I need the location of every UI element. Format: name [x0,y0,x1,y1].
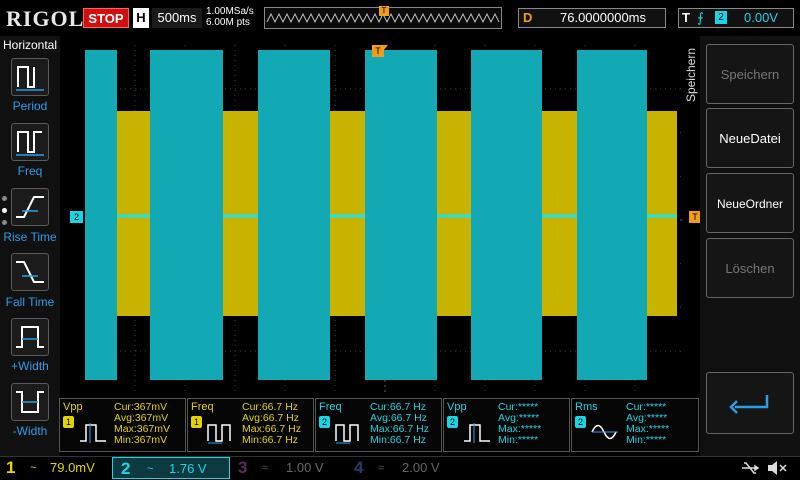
side-menu-title: Horizontal [3,38,58,52]
positive-width-button[interactable] [11,318,49,356]
channel-scale: 79.0mV [50,460,95,475]
rise-time-button[interactable] [11,188,49,226]
measurement-values: Cur:367mV Avg:367mV Max:367mV Min:367mV [114,402,170,446]
page-dot [2,220,7,225]
measurement-name: Freq [319,401,342,413]
coupling-icon: ≈ [262,462,269,474]
measurement-freq-ch2[interactable]: Freq 2 Cur:66.7 Hz Avg:66.7 Hz Max:66.7 … [315,398,442,452]
fall-time-button[interactable] [11,253,49,291]
horizontal-mode-indicator: H [133,8,149,28]
channel-2-offset-marker[interactable]: 2 [70,211,83,223]
fall-time-label: Fall Time [5,295,55,309]
period-icon [16,66,44,91]
brand-logo: RIGOL [6,6,85,31]
measurement-min: Min:***** [498,434,539,446]
rms-sine-icon [591,424,618,440]
measurement-min: Min:66.7 Hz [370,434,427,446]
measurement-min: Min:***** [626,434,667,446]
positive-width-label: +Width [11,359,49,373]
channel-scale: 1.76 V [169,461,207,476]
save-menu-title: Speichern [684,48,698,103]
measurement-freq-ch1[interactable]: Freq 1 Cur:66.7 Hz Avg:66.7 Hz Max:66.7 … [187,398,314,452]
channel-scale: 1.00 V [286,460,324,475]
trigger-time-marker[interactable]: T [372,45,384,57]
page-dot [2,196,7,201]
negative-width-label: -Width [12,424,48,438]
delay-value: 76.0000000ms [560,10,647,25]
return-arrow-icon [729,395,769,414]
rise-time-icon [16,196,44,218]
measurement-source-badge: 2 [319,416,330,428]
mute-icon[interactable] [766,459,788,477]
return-button[interactable] [706,372,794,434]
negative-width-icon [16,391,44,413]
channel-1-status[interactable]: 1 ~ 79.0mV [0,457,112,479]
measurement-source-badge: 1 [191,416,202,428]
delay-label: D [523,10,533,25]
measurement-source-badge: 2 [575,416,586,428]
usb-icon [742,462,760,474]
page-dot-active [2,208,7,213]
measurement-values: Cur:66.7 Hz Avg:66.7 Hz Max:66.7 Hz Min:… [370,402,429,446]
period-button[interactable] [11,58,49,96]
ac-coupling-icon: ~ [30,462,37,474]
freq-icon [207,424,231,444]
period-label: Period [12,99,48,113]
neue-datei-button[interactable]: NeueDatei [706,108,794,168]
loeschen-button[interactable]: Löschen [706,238,794,298]
measurement-rms-ch2[interactable]: Rms 2 Cur:***** Avg:***** Max:***** Min:… [571,398,699,452]
channel-2-status[interactable]: 2 ~ 1.76 V [112,457,230,479]
sample-rate-readout: 1.00MSa/s 6.00M pts [206,6,254,28]
timebase-readout[interactable]: 500ms [152,8,202,28]
trigger-source-badge: 2 [715,11,727,24]
channel-number: 3 [238,458,248,477]
neue-ordner-button[interactable]: NeueOrdner [706,173,794,233]
waveform-overview-bar[interactable]: T [264,6,502,29]
freq-icon [16,131,44,156]
trigger-label: T [682,10,690,25]
channel-3-status[interactable]: 3 ≈ 1.00 V [232,457,344,479]
positive-width-icon [16,326,44,348]
measurement-source-badge: 2 [447,416,458,428]
speichern-button[interactable]: Speichern [706,44,794,104]
measurement-min: Min:66.7 Hz [242,434,299,446]
channel-number: 2 [121,459,131,478]
rising-edge-icon: ⨍ [697,10,704,25]
coupling-icon: ≈ [378,462,385,474]
channel-number: 1 [6,458,16,477]
measurement-name: Rms [575,401,598,413]
vpp-icon [80,423,106,443]
channel-4-status[interactable]: 4 ≈ 2.00 V [348,457,460,479]
negative-width-button[interactable] [11,383,49,421]
measurement-name: Freq [191,401,214,413]
channel-number: 4 [354,458,364,477]
measurement-source-badge: 1 [63,416,74,428]
trigger-level: 0.00V [744,10,778,25]
rise-time-label: Rise Time [3,230,57,244]
ac-coupling-icon: ~ [147,463,154,475]
measurement-vpp-ch2[interactable]: Vpp 2 Cur:***** Avg:***** Max:***** Min:… [443,398,570,452]
freq-button[interactable] [11,123,49,161]
memory-depth: 6.00M pts [206,17,250,28]
waveform-display[interactable] [85,45,685,395]
measurement-values: Cur:***** Avg:***** Max:***** Min:***** [626,402,669,446]
freq-icon [335,424,359,444]
run-stop-button[interactable]: STOP [83,8,129,28]
freq-label: Freq [17,164,43,178]
measurement-min: Min:367mV [114,434,168,446]
vpp-icon [464,423,490,443]
measurement-vpp-ch1[interactable]: Vpp 1 Cur:367mV Avg:367mV Max:367mV Min:… [59,398,186,452]
fall-time-icon [16,261,44,283]
channel-scale: 2.00 V [402,460,440,475]
measurement-values: Cur:***** Avg:***** Max:***** Min:***** [498,402,541,446]
overview-trigger-marker: T [379,6,389,16]
measurement-name: Vpp [63,401,83,413]
measurement-values: Cur:66.7 Hz Avg:66.7 Hz Max:66.7 Hz Min:… [242,402,301,446]
measurement-name: Vpp [447,401,467,413]
sample-rate: 1.00MSa/s [206,6,254,17]
